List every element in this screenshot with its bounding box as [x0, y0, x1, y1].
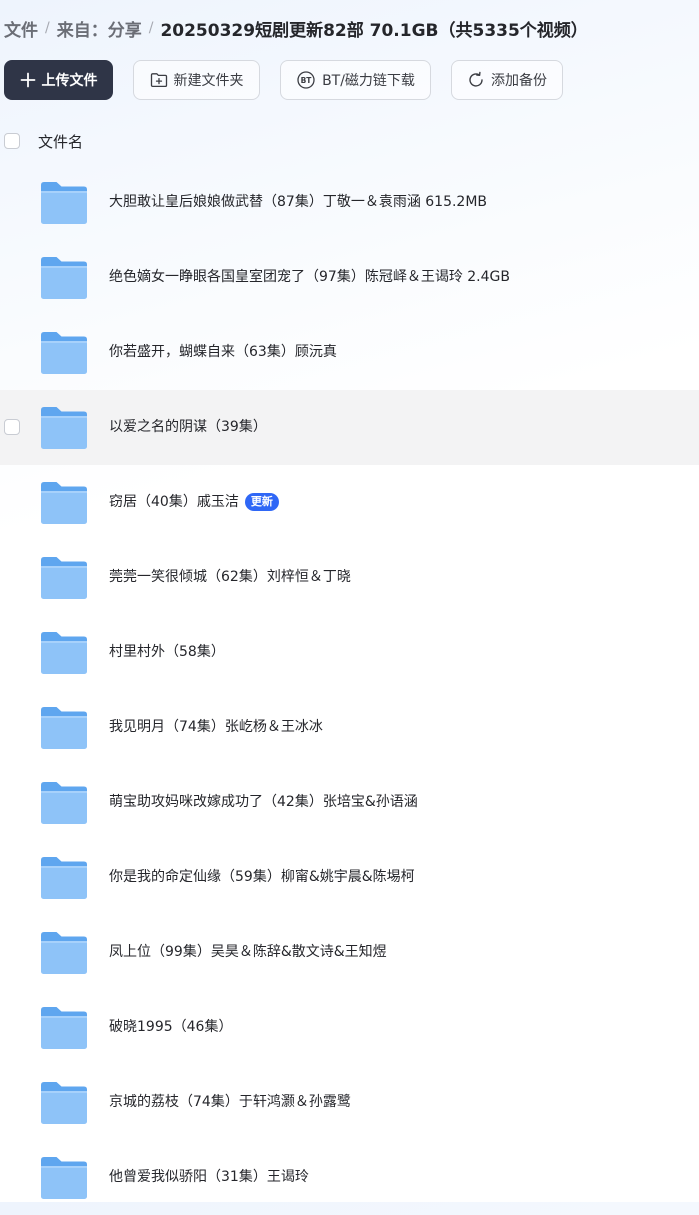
- folder-icon: [41, 632, 87, 674]
- file-name: 京城的荔枝（74集）于轩鸿灏＆孙露鹭: [109, 1094, 351, 1110]
- toolbar: 上传文件 新建文件夹 BT BT/磁力链下载 添加备份: [4, 60, 563, 100]
- breadcrumb-shared[interactable]: 来自：分享: [57, 16, 142, 41]
- folder-icon: [41, 182, 87, 224]
- breadcrumb-current-folder: 20250329短剧更新82部 70.1GB（共5335个视频）: [160, 20, 588, 41]
- file-name: 大胆敢让皇后娘娘做武替（87集）丁敬一＆袁雨涵 615.2MB: [109, 194, 488, 210]
- sync-icon: [467, 71, 485, 89]
- breadcrumb-separator: /: [148, 20, 154, 36]
- folder-icon: [41, 932, 87, 974]
- list-header: 文件名: [0, 128, 699, 154]
- file-name: 凤上位（99集）吴昊＆陈辞&散文诗&王知煜: [109, 944, 387, 960]
- upload-file-label: 上传文件: [41, 73, 98, 89]
- svg-text:BT: BT: [301, 76, 313, 85]
- folder-icon: [41, 407, 87, 449]
- breadcrumb: 文件 / 来自：分享 / 20250329短剧更新82部 70.1GB（共533…: [4, 13, 588, 43]
- select-all-checkbox[interactable]: [4, 133, 20, 149]
- file-row[interactable]: 京城的荔枝（74集）于轩鸿灏＆孙露鹭: [0, 1065, 699, 1140]
- folder-icon: [41, 257, 87, 299]
- file-row[interactable]: 我见明月（74集）张屹杨＆王冰冰: [0, 690, 699, 765]
- file-row[interactable]: 以爱之名的阴谋（39集）: [0, 390, 699, 465]
- file-name: 窃居（40集）戚玉洁: [109, 494, 239, 510]
- file-name: 村里村外（58集）: [109, 644, 225, 660]
- file-row[interactable]: 你是我的命定仙缘（59集）柳甯&姚宇晨&陈埸柯: [0, 840, 699, 915]
- file-row[interactable]: 窃居（40集）戚玉洁 更新: [0, 465, 699, 540]
- file-name: 萌宝助攻妈咪改嫁成功了（42集）张培宝&孙语涵: [109, 794, 418, 810]
- folder-icon: [41, 707, 87, 749]
- file-name: 莞莞一笑很倾城（62集）刘梓恒＆丁晓: [109, 569, 351, 585]
- file-row[interactable]: 破晓1995（46集）: [0, 990, 699, 1065]
- file-row[interactable]: 村里村外（58集）: [0, 615, 699, 690]
- file-row[interactable]: 你若盛开，蝴蝶自来（63集）顾沅真: [0, 315, 699, 390]
- new-folder-label: 新建文件夹: [173, 73, 244, 89]
- file-row[interactable]: 大胆敢让皇后娘娘做武替（87集）丁敬一＆袁雨涵 615.2MB: [0, 165, 699, 240]
- bt-magnet-download-button[interactable]: BT BT/磁力链下载: [280, 60, 431, 100]
- folder-icon: [41, 557, 87, 599]
- file-name: 他曾爱我似骄阳（31集）王谒玲: [109, 1169, 309, 1185]
- folder-plus-icon: [150, 72, 168, 88]
- update-badge: 更新: [244, 493, 279, 511]
- plus-icon: [20, 72, 36, 88]
- file-row[interactable]: 他曾爱我似骄阳（31集）王谒玲: [0, 1140, 699, 1215]
- file-name: 你若盛开，蝴蝶自来（63集）顾沅真: [109, 344, 337, 360]
- file-row[interactable]: 莞莞一笑很倾城（62集）刘梓恒＆丁晓: [0, 540, 699, 615]
- row-checkbox[interactable]: [4, 419, 20, 435]
- upload-file-button[interactable]: 上传文件: [4, 60, 113, 100]
- breadcrumb-files[interactable]: 文件: [4, 16, 38, 41]
- new-folder-button[interactable]: 新建文件夹: [133, 60, 260, 100]
- folder-icon: [41, 332, 87, 374]
- file-name: 绝色嫡女一睁眼各国皇室团宠了（97集）陈冠峄＆王谒玲 2.4GB: [109, 269, 510, 285]
- file-name: 破晓1995（46集）: [109, 1019, 233, 1035]
- file-row[interactable]: 凤上位（99集）吴昊＆陈辞&散文诗&王知煜: [0, 915, 699, 990]
- bt-icon: BT: [296, 71, 316, 89]
- file-row[interactable]: 萌宝助攻妈咪改嫁成功了（42集）张培宝&孙语涵: [0, 765, 699, 840]
- file-name: 以爱之名的阴谋（39集）: [109, 419, 267, 435]
- column-header-filename[interactable]: 文件名: [38, 131, 83, 152]
- file-name: 你是我的命定仙缘（59集）柳甯&姚宇晨&陈埸柯: [109, 869, 415, 885]
- file-list: 大胆敢让皇后娘娘做武替（87集）丁敬一＆袁雨涵 615.2MB 绝色嫡女一睁眼各…: [0, 165, 699, 1215]
- folder-icon: [41, 1007, 87, 1049]
- add-backup-label: 添加备份: [491, 73, 547, 89]
- folder-icon: [41, 782, 87, 824]
- breadcrumb-separator: /: [45, 20, 50, 36]
- file-row[interactable]: 绝色嫡女一睁眼各国皇室团宠了（97集）陈冠峄＆王谒玲 2.4GB: [0, 240, 699, 315]
- folder-icon: [41, 857, 87, 899]
- bt-magnet-download-label: BT/磁力链下载: [322, 73, 415, 89]
- file-name: 我见明月（74集）张屹杨＆王冰冰: [109, 719, 323, 735]
- folder-icon: [41, 482, 87, 524]
- folder-icon: [41, 1082, 87, 1124]
- add-backup-button[interactable]: 添加备份: [451, 60, 563, 100]
- folder-icon: [41, 1157, 87, 1199]
